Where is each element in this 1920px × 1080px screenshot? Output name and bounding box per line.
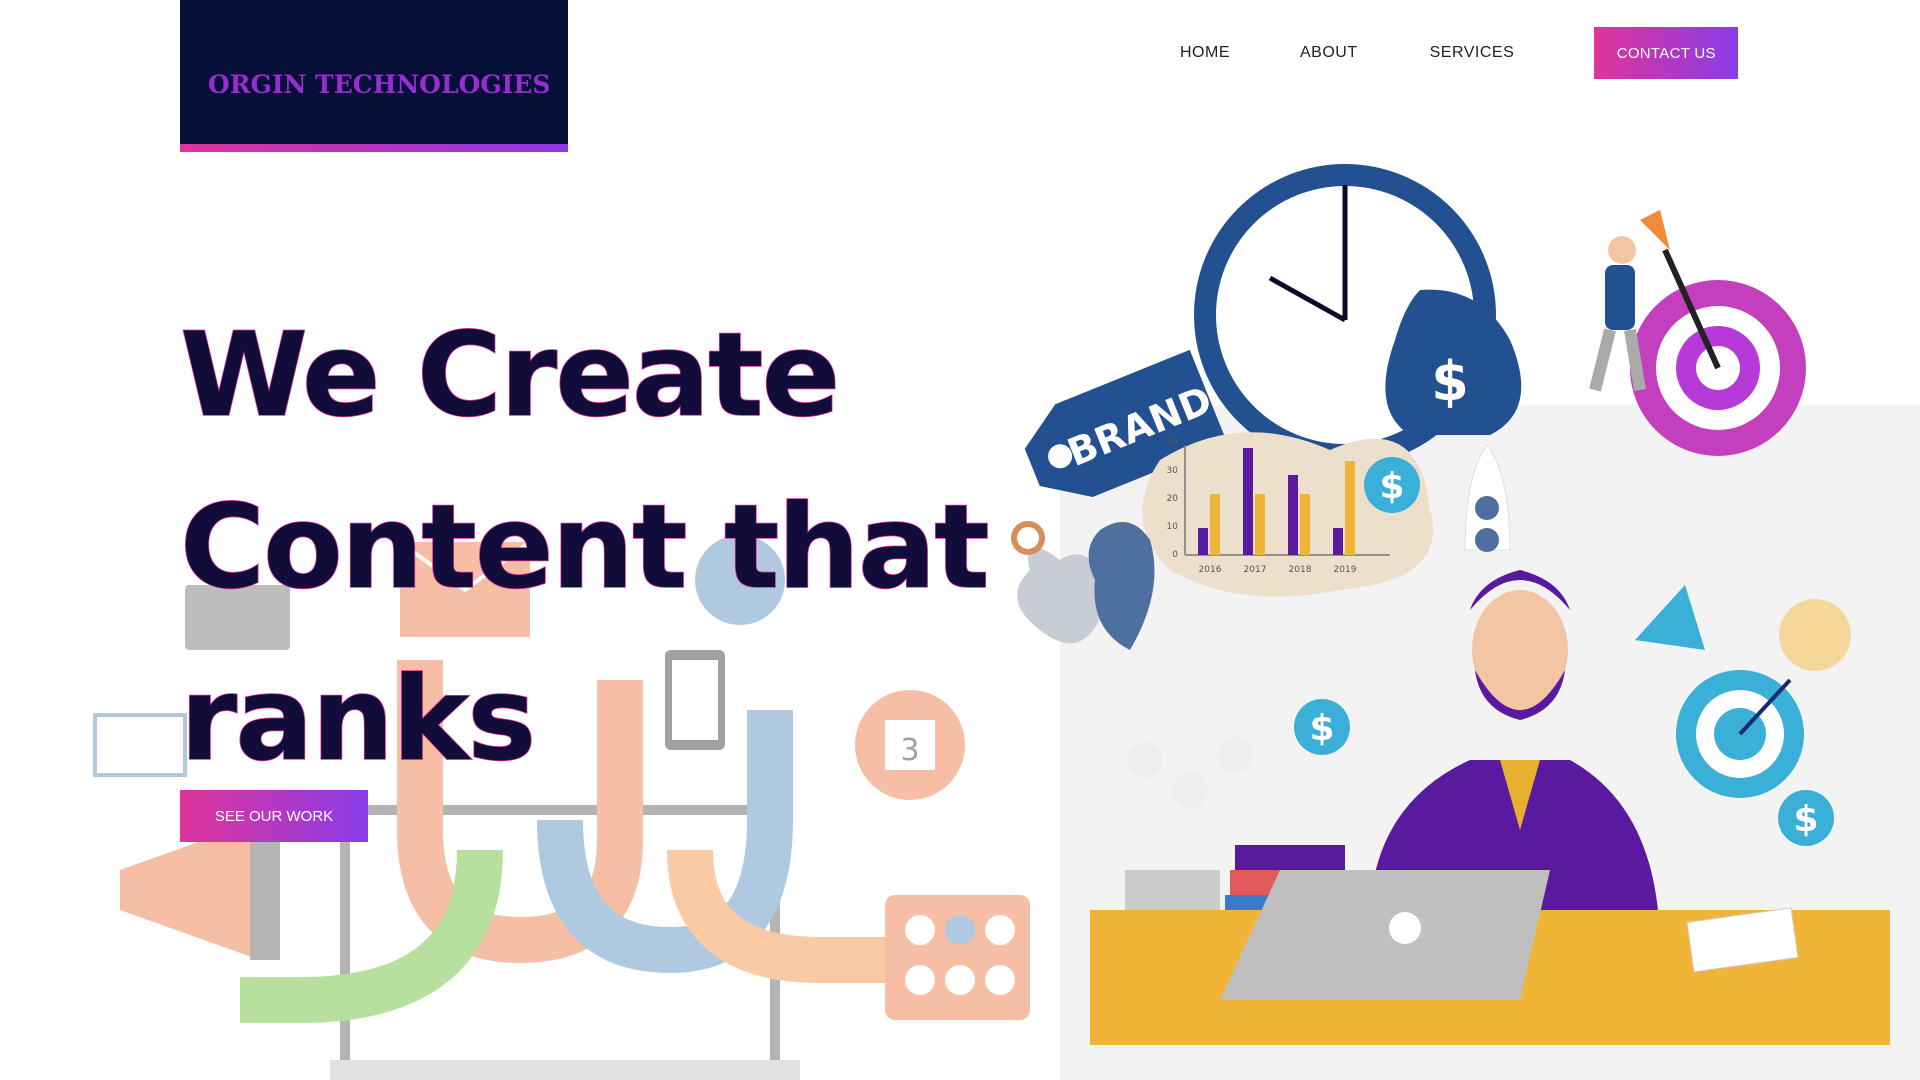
- nav-about[interactable]: ABOUT: [1300, 44, 1358, 62]
- board-chart-icon: [93, 713, 187, 777]
- hero-title: We Create Content that ranks: [179, 290, 990, 806]
- person-icon: [1608, 236, 1636, 264]
- svg-text:30: 30: [1167, 466, 1179, 476]
- svg-text:2019: 2019: [1334, 565, 1357, 575]
- main-nav: HOME ABOUT SERVICES CONTACT US: [1180, 27, 1739, 79]
- hero-title-line-2: Content that: [179, 479, 990, 616]
- megaphone-right-icon: [1635, 585, 1705, 650]
- blue-blob: [1088, 522, 1155, 650]
- svg-text:$: $: [1309, 708, 1334, 749]
- nav-services[interactable]: SERVICES: [1430, 44, 1515, 62]
- contact-us-button[interactable]: CONTACT US: [1594, 27, 1739, 79]
- hero-title-line-3: ranks: [179, 651, 537, 788]
- nav-home[interactable]: HOME: [1180, 44, 1230, 62]
- svg-text:40: 40: [1167, 438, 1179, 448]
- svg-text:10: 10: [1167, 522, 1179, 532]
- svg-text:2017: 2017: [1244, 565, 1267, 575]
- svg-text:20: 20: [1167, 494, 1179, 504]
- svg-text:$: $: [1379, 466, 1404, 507]
- books-icon: [1235, 845, 1345, 870]
- svg-text:$: $: [1793, 799, 1818, 840]
- logo-text: ORGIN TECHNOLOGIES: [208, 70, 551, 99]
- hero-title-line-1: We Create: [179, 307, 841, 444]
- logo-block[interactable]: ORGIN TECHNOLOGIES: [180, 0, 568, 152]
- gear-icon: [1011, 521, 1045, 555]
- svg-text:$: $: [1431, 350, 1469, 413]
- marketing-illustration-right: BRAND $ 40 30 20 10 0 2016 2017 2018 201…: [1011, 164, 1890, 1045]
- see-our-work-button[interactable]: SEE OUR WORK: [180, 790, 368, 842]
- svg-text:0: 0: [1172, 550, 1178, 560]
- svg-text:2018: 2018: [1289, 565, 1312, 575]
- svg-text:2016: 2016: [1199, 565, 1222, 575]
- small-clock-icon: [1779, 599, 1851, 671]
